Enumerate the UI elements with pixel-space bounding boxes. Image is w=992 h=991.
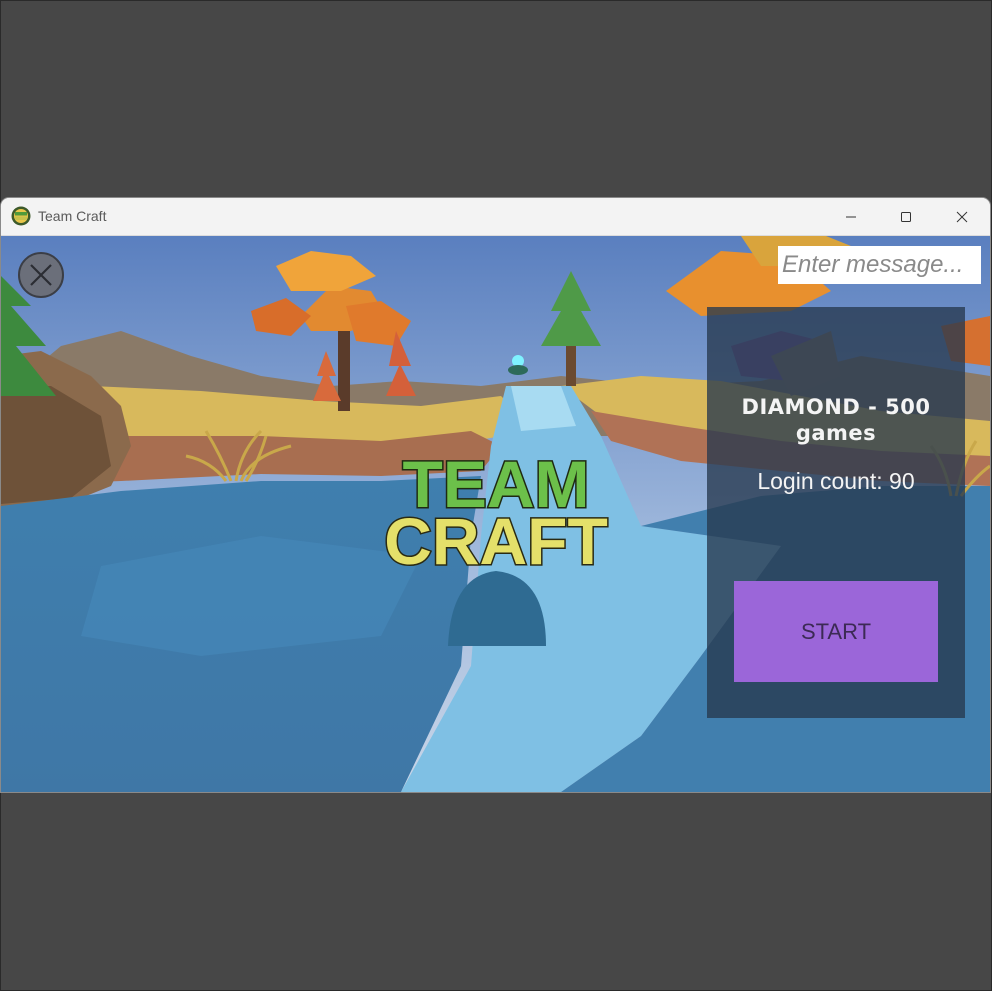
start-button[interactable]: START [734,581,938,682]
lobby-panel: DIAMOND - 500 games Login count: 90 STAR… [707,307,965,718]
exit-game-button[interactable] [18,252,64,298]
app-window: Team Craft Enter message... TEAM CRAFT D… [1,198,990,792]
app-logo-icon [11,206,31,226]
close-window-button[interactable] [934,198,990,235]
chat-message-input[interactable] [778,246,981,284]
title-bar[interactable]: Team Craft [1,198,990,236]
close-icon [956,211,968,222]
x-icon [30,264,52,286]
login-count-label: Login count: 90 [757,468,915,494]
maximize-button[interactable] [878,198,934,235]
rank-label: DIAMOND - 500 games [741,395,931,445]
game-viewport[interactable]: TEAM CRAFT DIAMOND - 500 games Login cou… [1,236,990,792]
minimize-icon [846,216,856,217]
window-title: Team Craft [38,208,107,224]
minimize-button[interactable] [823,198,879,235]
team-craft-logo: TEAM CRAFT [383,452,610,572]
maximize-icon [901,211,911,222]
logo-line-craft: CRAFT [384,504,608,572]
